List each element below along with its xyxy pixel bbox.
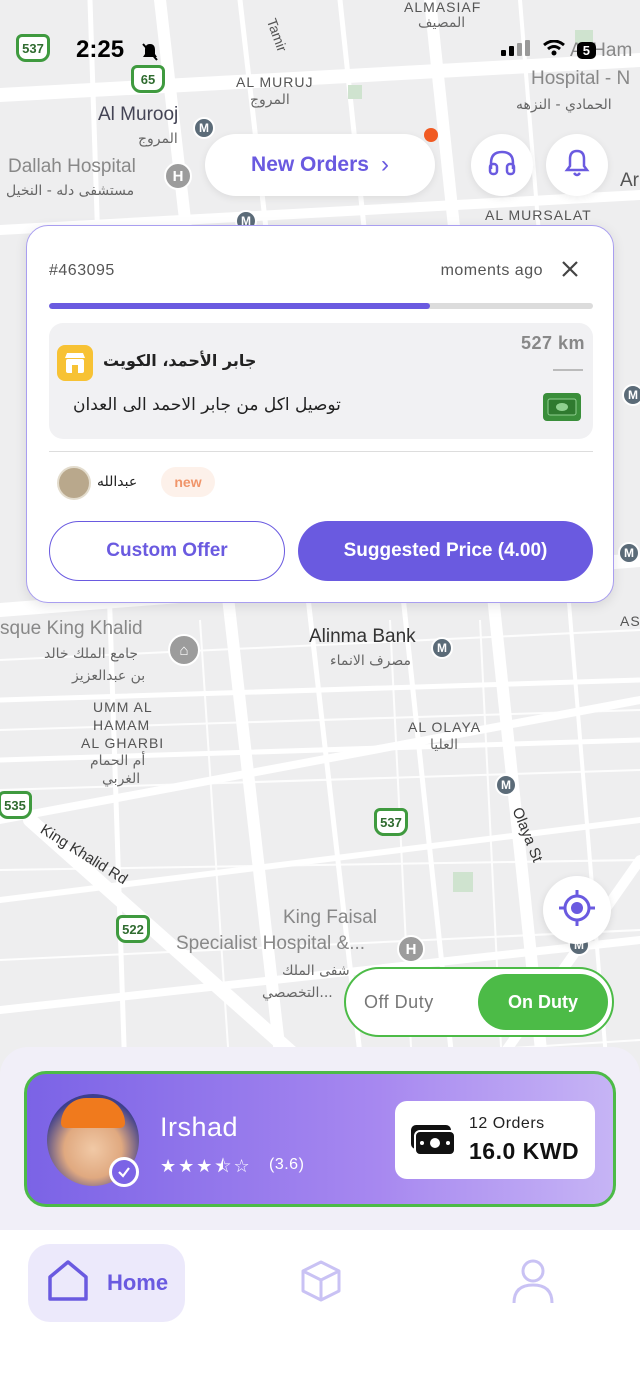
verified-badge-icon (109, 1157, 139, 1187)
map-label: AL MURUJ (236, 74, 314, 90)
tab-bar: Home (0, 1230, 640, 1392)
metro-icon: M (431, 637, 453, 659)
earnings-box[interactable]: 12 Orders 16.0 KWD (395, 1101, 595, 1179)
hospital-icon: H (397, 935, 425, 963)
notification-dot (424, 128, 438, 142)
map-label: شفى الملك (282, 963, 350, 979)
cellular-icon (500, 40, 531, 61)
map-label: العليا (430, 737, 459, 753)
driver-card[interactable]: Irshad ★★★⯪☆ (3.6) 12 Orders 16.0 KWD (24, 1071, 616, 1207)
order-time: moments ago (440, 262, 543, 279)
map-label: Ar (620, 170, 639, 191)
map-label: الحمادي - النزهه (516, 97, 612, 113)
support-button[interactable] (471, 134, 533, 196)
headphones-icon (487, 149, 517, 182)
map-label: مستشفى دله - النخيل (6, 183, 135, 199)
metro-icon: M (495, 774, 517, 796)
silent-bell-icon (140, 42, 160, 67)
map-label: المروج (138, 131, 178, 147)
map-label: ...التخصصي (262, 985, 333, 1001)
map-label: AS (620, 613, 640, 629)
metro-icon: M (618, 542, 640, 564)
card-divider (49, 451, 593, 452)
customer-name: عبدالله (97, 474, 138, 490)
map-label: أم الحمام (90, 753, 146, 769)
battery-indicator: 5 (576, 42, 596, 59)
route-shield: 535 (0, 791, 32, 819)
chevron-right-icon: › (380, 151, 389, 178)
map-label: HAMAM (93, 717, 151, 733)
custom-offer-button[interactable]: Custom Offer (49, 521, 285, 581)
map-label: جامع الملك خالد (44, 646, 138, 662)
map-label: AL GHARBI (81, 735, 165, 751)
map-label: AL OLAYA (408, 719, 482, 735)
earnings-amount: 16.0 KWD (469, 1138, 580, 1164)
customer-avatar (57, 466, 91, 500)
person-icon (510, 1257, 556, 1310)
my-location-button[interactable] (543, 876, 611, 944)
route-shield: 537 (374, 808, 408, 836)
cash-stack-icon (409, 1123, 456, 1162)
wifi-icon (542, 39, 565, 61)
duty-toggle[interactable]: Off Duty On Duty (344, 967, 614, 1037)
status-time: 2:25 (76, 36, 125, 63)
avatar-cap (61, 1098, 125, 1128)
close-button[interactable] (557, 256, 583, 282)
rating-stars: ★★★⯪☆ (160, 1156, 252, 1176)
order-id: #463095 (49, 262, 115, 279)
new-orders-label: New Orders (251, 153, 369, 176)
notifications-button[interactable] (546, 134, 608, 196)
status-icons: 5 (500, 39, 596, 61)
map-label: sque King Khalid (0, 618, 143, 639)
map-label: AL MURSALAT (485, 207, 592, 223)
map-label: المصيف (418, 15, 466, 31)
route-shield: 65 (131, 65, 165, 93)
map-label: Al Murooj (98, 104, 179, 125)
map-label: مصرف الانماء (330, 653, 412, 669)
order-description: توصيل اكل من جابر الاحمد الى العدان (73, 395, 341, 415)
map-label: Dallah Hospital (8, 156, 136, 177)
on-duty-option[interactable]: On Duty (478, 974, 608, 1030)
map-label: الغربي (102, 771, 141, 787)
mosque-icon: ⌂ (168, 634, 200, 666)
driver-name: Irshad (160, 1112, 239, 1142)
bell-icon (563, 148, 591, 183)
route-shield: 537 (16, 34, 50, 62)
orders-count: 12 Orders (469, 1115, 545, 1132)
close-icon (557, 261, 583, 286)
tab-orders[interactable] (296, 1258, 346, 1308)
map-label: المروج (250, 92, 290, 108)
tab-home[interactable]: Home (28, 1244, 185, 1322)
map-label: King Faisal (283, 907, 377, 928)
order-distance: 527 km (520, 333, 585, 353)
new-orders-button[interactable]: New Orders › (205, 134, 435, 196)
map-label: UMM AL (93, 699, 153, 715)
rating-value: (3.6) (269, 1156, 305, 1173)
progress-fill (49, 303, 430, 309)
map-label: بن عبدالعزيز (72, 668, 146, 684)
tab-profile[interactable] (508, 1258, 558, 1308)
order-card[interactable]: #463095 moments ago جابر الأحمد، الكويت … (26, 225, 614, 603)
customer-new-badge: new (161, 467, 215, 497)
store-icon (57, 345, 93, 381)
store-name: جابر الأحمد، الكويت (103, 351, 257, 370)
order-route-box: جابر الأحمد، الكويت 527 km توصيل اكل من … (49, 323, 593, 439)
box-icon (298, 1258, 344, 1309)
hospital-icon: H (164, 162, 192, 190)
cash-icon (543, 393, 581, 421)
order-timer-progress (49, 303, 593, 309)
off-duty-option[interactable]: Off Duty (364, 969, 434, 1035)
tab-home-label: Home (106, 1270, 169, 1295)
route-shield: 522 (116, 915, 150, 943)
metro-icon: M (622, 384, 640, 406)
map-label: Alinma Bank (309, 626, 416, 647)
map-label: Hospital - N (531, 68, 631, 89)
home-icon (45, 1257, 91, 1309)
distance-divider (553, 369, 583, 371)
suggested-price-button[interactable]: Suggested Price (4.00) (298, 521, 593, 581)
metro-icon: M (193, 117, 215, 139)
map-label: Specialist Hospital &... (176, 933, 366, 954)
crosshair-icon (557, 888, 597, 933)
